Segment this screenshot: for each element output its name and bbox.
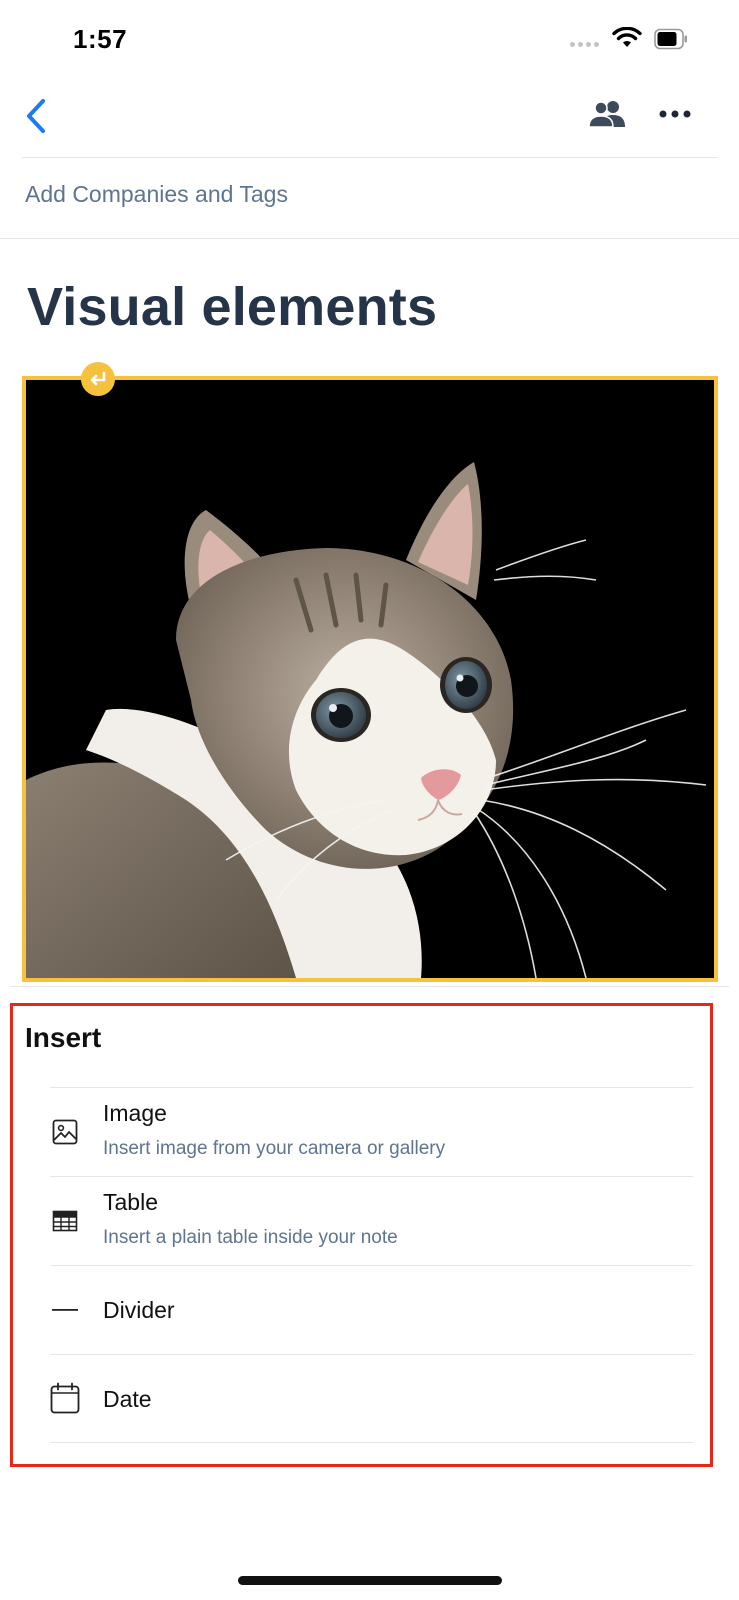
header-divider	[22, 157, 718, 158]
insert-date-option[interactable]: Date	[50, 1354, 693, 1443]
menu-bottom-divider	[50, 1442, 693, 1443]
note-image[interactable]	[22, 376, 718, 982]
home-indicator[interactable]	[238, 1576, 502, 1585]
insert-divider-label: Divider	[103, 1297, 175, 1323]
insert-image-option[interactable]: Image Insert image from your camera or g…	[50, 1087, 693, 1176]
share-people-button[interactable]	[584, 92, 632, 136]
note-title[interactable]: Visual elements	[27, 276, 437, 338]
insert-menu: Insert Image Insert image from your came…	[10, 1003, 713, 1467]
people-icon	[588, 101, 625, 128]
more-horizontal-icon	[659, 110, 691, 118]
insert-heading: Insert	[25, 1022, 102, 1053]
nav-bar	[0, 80, 739, 156]
wifi-icon	[612, 26, 642, 54]
tags-divider	[0, 238, 739, 239]
chevron-left-icon	[27, 99, 45, 133]
status-bar: 1:57	[0, 0, 739, 80]
table-icon	[50, 1206, 80, 1236]
return-badge[interactable]	[81, 362, 115, 396]
insert-table-label: Table	[103, 1189, 158, 1215]
image-icon	[50, 1117, 80, 1147]
return-arrow-icon	[90, 371, 106, 386]
battery-icon	[654, 28, 688, 55]
more-options-button[interactable]	[651, 92, 699, 136]
divider-icon	[50, 1295, 80, 1325]
back-button[interactable]	[14, 94, 58, 138]
cat-photo	[26, 380, 714, 978]
content-divider	[10, 986, 729, 987]
insert-image-label: Image	[103, 1100, 167, 1126]
insert-table-description: Insert a plain table inside your note	[103, 1227, 398, 1248]
status-time: 1:57	[73, 24, 128, 54]
add-companies-tags-link[interactable]: Add Companies and Tags	[25, 181, 288, 208]
insert-table-option[interactable]: Table Insert a plain table inside your n…	[50, 1176, 693, 1265]
calendar-icon	[50, 1382, 80, 1414]
cellular-signal-icon	[570, 42, 599, 47]
insert-image-description: Insert image from your camera or gallery	[103, 1138, 446, 1159]
insert-date-label: Date	[103, 1386, 152, 1412]
insert-divider-option[interactable]: Divider	[50, 1265, 693, 1354]
